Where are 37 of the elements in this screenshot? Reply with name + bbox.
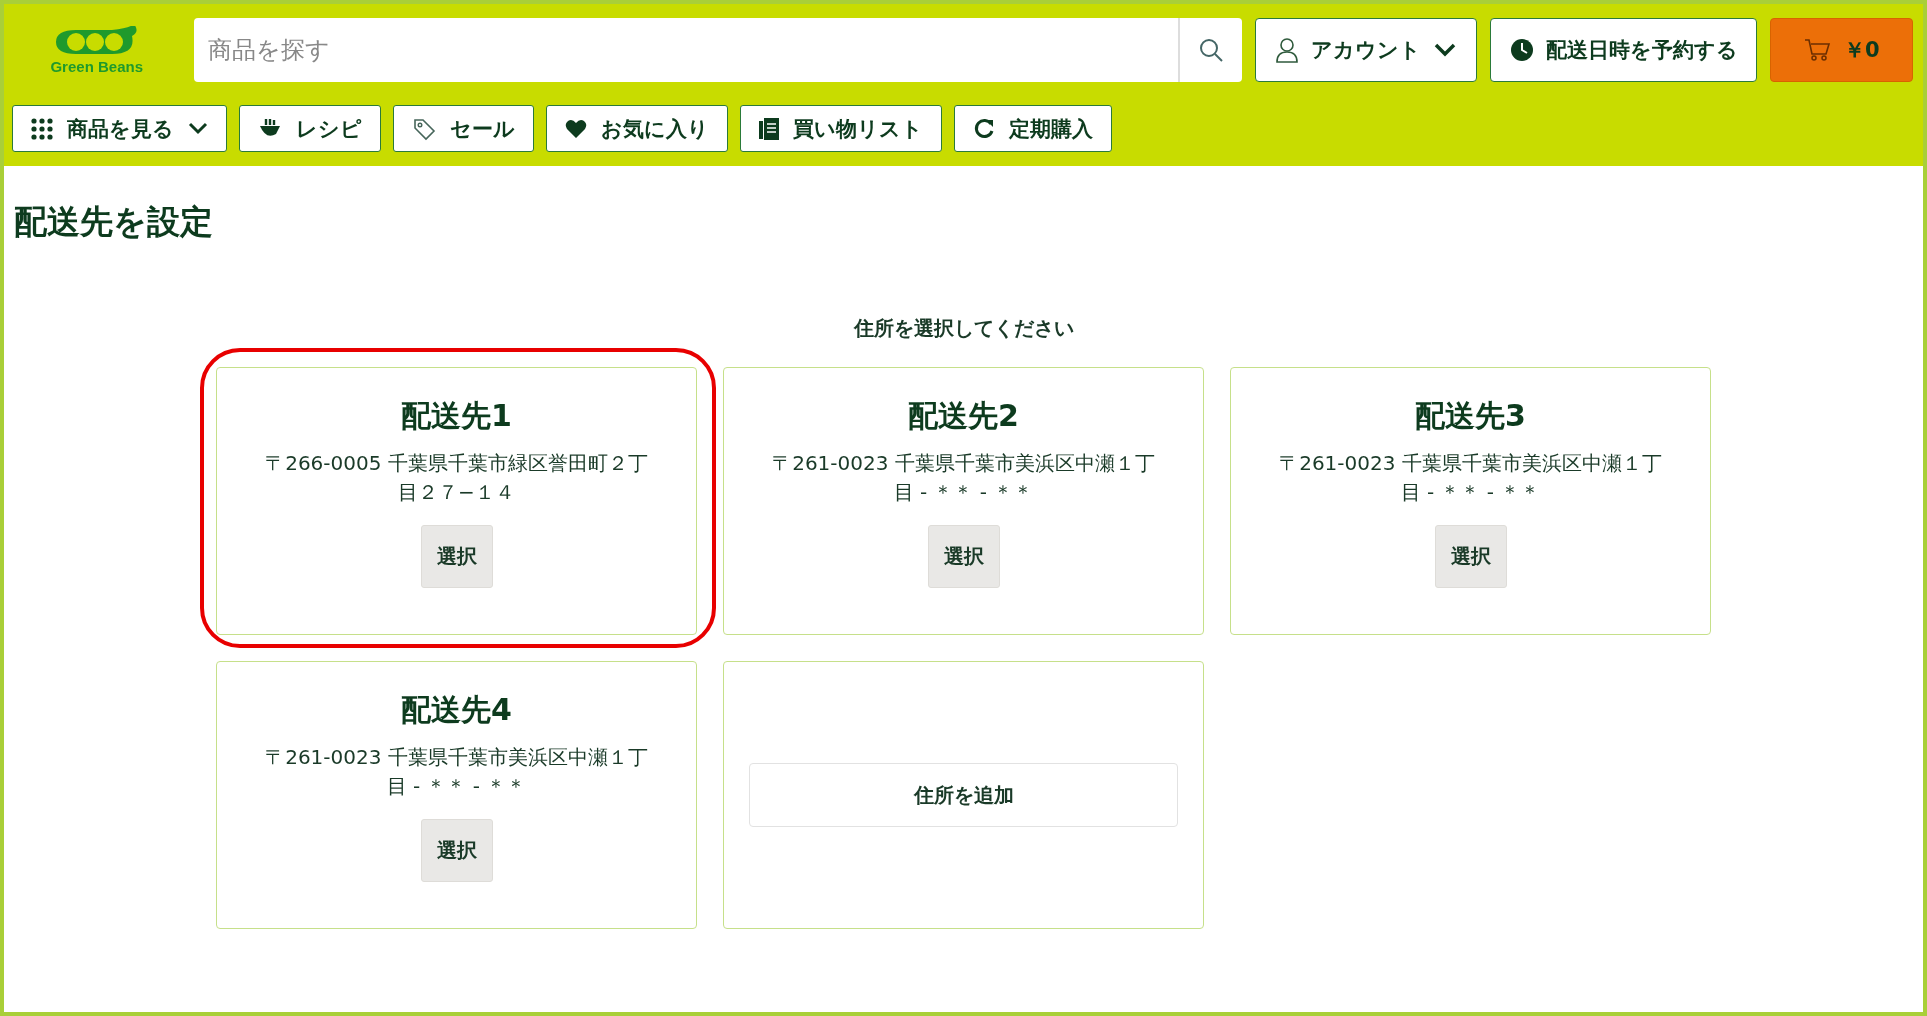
nav-button[interactable]: 買い物リスト — [740, 105, 942, 152]
nav-button[interactable]: レシピ — [239, 105, 381, 152]
tag-icon — [412, 116, 436, 141]
address-text: 〒261-0023 千葉県千葉市美浜区中瀬１丁目 - ＊＊ - ＊＊ — [771, 450, 1156, 506]
address-name: 配送先1 — [401, 397, 512, 435]
select-button[interactable]: 選択 — [927, 525, 1000, 588]
address-text: 〒266-0005 千葉県千葉市緑区誉田町２丁目２７−１４ — [264, 450, 649, 506]
add-address-button[interactable]: 住所を追加 — [749, 763, 1178, 827]
nav-button[interactable]: 商品を見る — [12, 105, 227, 152]
delivery-booking-button[interactable]: 配送日時を予約する — [1490, 18, 1758, 82]
select-button[interactable]: 選択 — [420, 525, 493, 588]
select-button[interactable]: 選択 — [1434, 525, 1507, 588]
user-icon — [1275, 37, 1300, 63]
address-name: 配送先3 — [1415, 397, 1526, 435]
page-title: 配送先を設定 — [14, 201, 214, 243]
heart-icon — [565, 118, 587, 139]
cart-button[interactable]: ￥0 — [1770, 18, 1913, 82]
clock-icon — [1509, 38, 1534, 62]
address-text: 〒261-0023 千葉県千葉市美浜区中瀬１丁目 - ＊＊ - ＊＊ — [264, 744, 649, 800]
address-text: 〒261-0023 千葉県千葉市美浜区中瀬１丁目 - ＊＊ - ＊＊ — [1278, 450, 1663, 506]
address-name: 配送先2 — [908, 397, 1019, 435]
refresh-icon — [973, 117, 995, 140]
nav-button[interactable]: 定期購入 — [954, 105, 1112, 152]
nav-button[interactable]: お気に入り — [546, 105, 728, 152]
search-field[interactable]: 商品を探す — [194, 18, 1178, 82]
prompt-text: 住所を選択してください — [852, 315, 1075, 342]
nav-button[interactable]: セール — [393, 105, 534, 152]
search-button[interactable] — [1177, 18, 1242, 82]
grid-icon — [31, 117, 53, 140]
search-icon — [1197, 37, 1224, 63]
chevron-down-icon — [1433, 42, 1458, 58]
notebook-icon — [759, 117, 779, 140]
select-button[interactable]: 選択 — [420, 819, 493, 882]
account-button[interactable]: アカウント — [1254, 18, 1478, 82]
logo-text: Green Beans — [50, 57, 143, 75]
cart-icon — [1803, 38, 1832, 62]
address-name: 配送先4 — [401, 691, 512, 729]
